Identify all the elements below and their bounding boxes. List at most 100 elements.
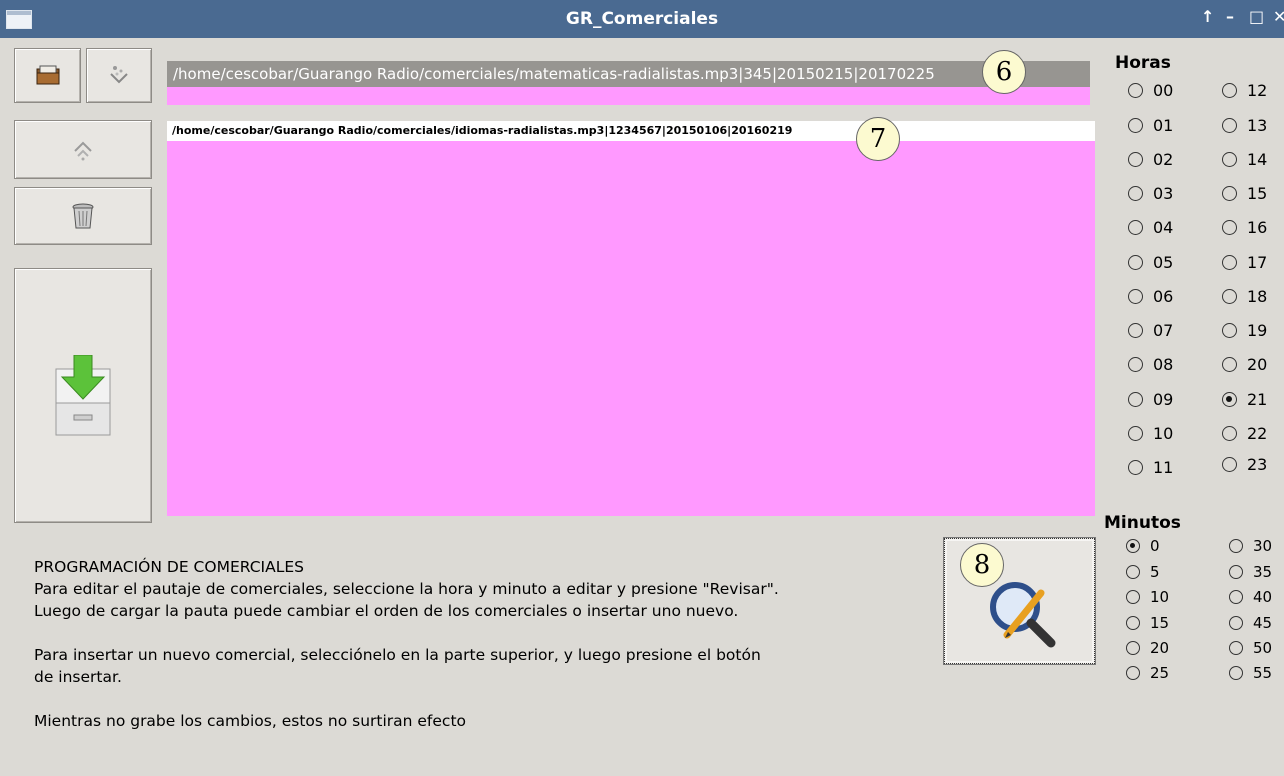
instructions-paragraph-1: Para editar el pautaje de comerciales, s…	[34, 580, 779, 620]
minute-label: 35	[1253, 563, 1273, 581]
schedule-row[interactable]: /home/cescobar/Guarango Radio/comerciale…	[167, 121, 1095, 141]
hour-radio-11[interactable]: 11	[1128, 458, 1173, 477]
hour-radio-17[interactable]: 17	[1222, 253, 1267, 272]
hour-radio-05[interactable]: 05	[1128, 253, 1173, 272]
delete-button[interactable]	[14, 187, 152, 245]
hour-radio-19[interactable]: 19	[1222, 321, 1267, 340]
hour-label: 22	[1247, 424, 1268, 443]
title-bar: GR_Comerciales ↑ – □ ✕	[0, 0, 1284, 38]
radio-indicator	[1222, 220, 1237, 235]
minute-radio-35[interactable]: 35	[1229, 563, 1272, 581]
radio-indicator	[1222, 426, 1237, 441]
hour-radio-06[interactable]: 06	[1128, 287, 1173, 306]
radio-indicator	[1128, 426, 1143, 441]
minute-label: 20	[1150, 639, 1170, 657]
hour-radio-07[interactable]: 07	[1128, 321, 1173, 340]
radio-indicator-selected	[1126, 539, 1140, 553]
hour-radio-16[interactable]: 16	[1222, 218, 1267, 237]
minute-label: 30	[1253, 537, 1273, 555]
minute-label: 55	[1253, 664, 1273, 682]
close-icon[interactable]: ✕	[1273, 8, 1284, 26]
radio-indicator	[1128, 357, 1143, 372]
hour-radio-21[interactable]: 21	[1222, 390, 1267, 409]
hour-radio-03[interactable]: 03	[1128, 184, 1173, 203]
hour-radio-04[interactable]: 04	[1128, 218, 1173, 237]
minute-radio-50[interactable]: 50	[1229, 639, 1272, 657]
radio-indicator	[1128, 392, 1143, 407]
hour-label: 07	[1153, 321, 1174, 340]
insert-button[interactable]	[14, 268, 152, 523]
hour-radio-23[interactable]: 23	[1222, 455, 1267, 474]
radio-indicator-selected	[1222, 392, 1237, 407]
hour-radio-08[interactable]: 08	[1128, 355, 1173, 374]
hour-label: 19	[1247, 321, 1268, 340]
hour-radio-14[interactable]: 14	[1222, 150, 1267, 169]
minute-label: 45	[1253, 614, 1273, 632]
radio-indicator	[1126, 666, 1140, 680]
hour-label: 02	[1153, 150, 1174, 169]
keep-above-icon[interactable]: ↑	[1201, 8, 1214, 26]
schedule-list[interactable]: /home/cescobar/Guarango Radio/comerciale…	[167, 121, 1095, 516]
hour-radio-00[interactable]: 00	[1128, 81, 1173, 100]
radio-indicator	[1229, 539, 1243, 553]
radio-indicator	[1126, 590, 1140, 604]
hour-label: 10	[1153, 424, 1174, 443]
horas-label: Horas	[1115, 53, 1171, 73]
minute-label: 40	[1253, 588, 1273, 606]
hour-label: 14	[1247, 150, 1268, 169]
minimize-icon[interactable]: –	[1226, 8, 1234, 26]
hour-label: 05	[1153, 253, 1174, 272]
selected-file-row[interactable]: /home/cescobar/Guarango Radio/comerciale…	[167, 61, 1090, 87]
minute-radio-45[interactable]: 45	[1229, 614, 1272, 632]
hour-radio-02[interactable]: 02	[1128, 150, 1173, 169]
hour-label: 06	[1153, 287, 1174, 306]
minute-label: 25	[1150, 664, 1170, 682]
radio-indicator	[1128, 220, 1143, 235]
minute-label: 50	[1253, 639, 1273, 657]
radio-indicator	[1222, 323, 1237, 338]
radio-indicator	[1222, 83, 1237, 98]
hour-radio-20[interactable]: 20	[1222, 355, 1267, 374]
open-folder-button[interactable]	[14, 48, 81, 103]
minute-radio-30[interactable]: 30	[1229, 537, 1272, 555]
move-up-button[interactable]	[14, 120, 152, 179]
instructions-paragraph-3: Mientras no grabe los cambios, estos no …	[34, 712, 467, 730]
minute-radio-5[interactable]: 5	[1126, 563, 1160, 581]
maximize-icon[interactable]: □	[1249, 8, 1264, 26]
commercial-file-list[interactable]: /home/cescobar/Guarango Radio/comerciale…	[167, 61, 1090, 105]
hour-radio-01[interactable]: 01	[1128, 116, 1173, 135]
hour-radio-18[interactable]: 18	[1222, 287, 1267, 306]
minute-radio-55[interactable]: 55	[1229, 664, 1272, 682]
hour-label: 11	[1153, 458, 1174, 477]
minute-radio-25[interactable]: 25	[1126, 664, 1169, 682]
minute-radio-15[interactable]: 15	[1126, 614, 1169, 632]
radio-indicator	[1128, 255, 1143, 270]
instructions-heading: PROGRAMACIÓN DE COMERCIALES	[34, 558, 305, 576]
radio-indicator	[1229, 641, 1243, 655]
hour-label: 18	[1247, 287, 1268, 306]
instructions-panel: PROGRAMACIÓN DE COMERCIALES Para editar …	[34, 556, 814, 732]
radio-indicator	[1222, 118, 1237, 133]
hour-radio-09[interactable]: 09	[1128, 390, 1173, 409]
radio-indicator	[1222, 186, 1237, 201]
add-item-button[interactable]	[86, 48, 152, 103]
minute-radio-20[interactable]: 20	[1126, 639, 1169, 657]
radio-indicator	[1128, 323, 1143, 338]
radio-indicator	[1229, 616, 1243, 630]
hour-radio-12[interactable]: 12	[1222, 81, 1267, 100]
hour-radio-13[interactable]: 13	[1222, 116, 1267, 135]
hour-label: 13	[1247, 116, 1268, 135]
minute-radio-10[interactable]: 10	[1126, 588, 1169, 606]
callout-6: 6	[982, 50, 1026, 94]
minute-radio-0[interactable]: 0	[1126, 537, 1160, 555]
hour-radio-15[interactable]: 15	[1222, 184, 1267, 203]
minute-label: 0	[1150, 537, 1160, 555]
hour-radio-22[interactable]: 22	[1222, 424, 1267, 443]
radio-indicator	[1126, 565, 1140, 579]
radio-indicator	[1229, 666, 1243, 680]
hour-radio-10[interactable]: 10	[1128, 424, 1173, 443]
radio-indicator	[1128, 118, 1143, 133]
hour-label: 08	[1153, 355, 1174, 374]
insert-drawer-icon	[55, 354, 111, 435]
minute-radio-40[interactable]: 40	[1229, 588, 1272, 606]
